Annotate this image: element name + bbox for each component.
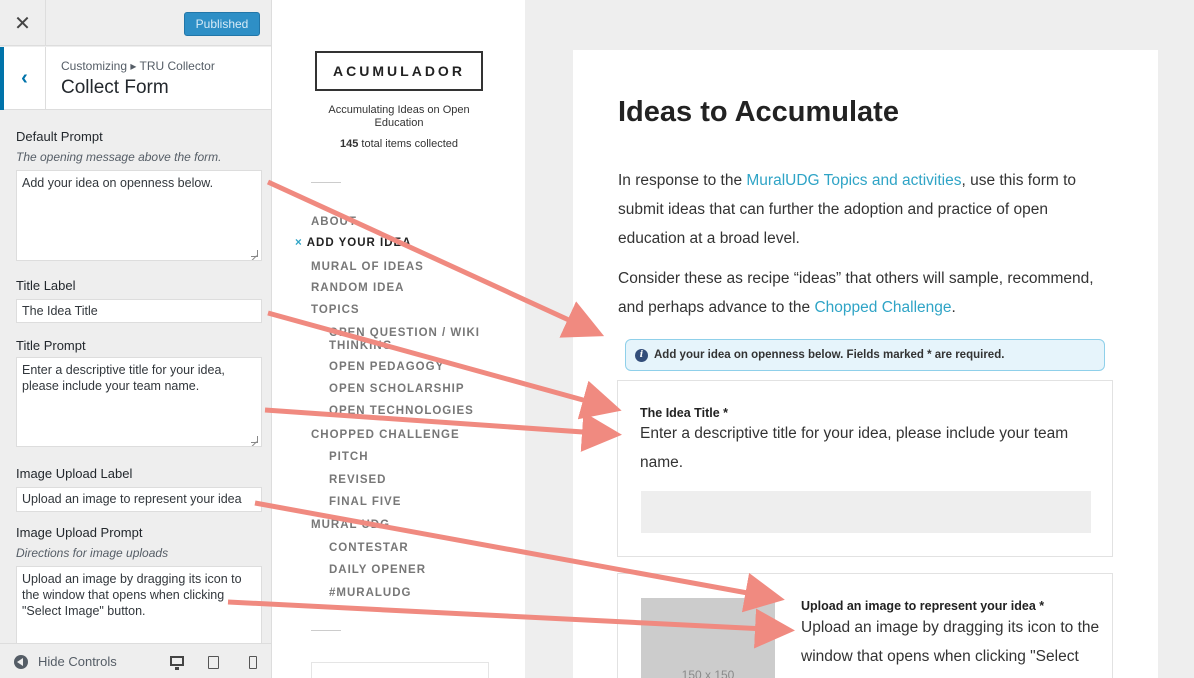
- title-label-input[interactable]: The Idea Title: [16, 299, 262, 323]
- image-field-prompt: Upload an image by dragging its icon to …: [801, 619, 1100, 678]
- hide-controls-button[interactable]: Hide Controls: [14, 654, 117, 669]
- items-count: 145 total items collected: [303, 138, 495, 150]
- menu-item-contestar[interactable]: CONTESTAR: [329, 542, 409, 555]
- title-field-prompt: Enter a descriptive title for your idea,…: [640, 425, 1069, 471]
- image-upload-prompt-label: Image Upload Prompt: [16, 525, 143, 540]
- close-icon[interactable]: ✕: [0, 0, 46, 46]
- title-label-label: Title Label: [16, 278, 76, 293]
- menu-item-open-question[interactable]: OPEN QUESTION / WIKI THINKING: [329, 327, 499, 353]
- default-prompt-textarea[interactable]: Add your idea on openness below.: [16, 170, 262, 261]
- customizer-footer: Hide Controls: [0, 643, 271, 678]
- site-description: Accumulating Ideas on Open Education: [328, 104, 470, 129]
- menu-item-daily-opener[interactable]: DAILY OPENER: [329, 564, 426, 577]
- consider-paragraph: Consider these as recipe “ideas” that ot…: [618, 264, 1118, 322]
- image-upload-prompt-description: Directions for image uploads: [16, 546, 169, 560]
- items-count-text: total items collected: [358, 138, 458, 150]
- idea-title-input[interactable]: [641, 491, 1091, 533]
- breadcrumb: Customizing ▸ TRU Collector: [61, 59, 215, 73]
- form-notice: i Add your idea on openness below. Field…: [625, 339, 1105, 371]
- customizer-panel: ✕ Published ‹ Customizing ▸ TRU Collecto…: [0, 0, 272, 678]
- menu-item-open-scholarship[interactable]: OPEN SCHOLARSHIP: [329, 383, 465, 396]
- menu-item-topics[interactable]: TOPICS: [311, 304, 360, 317]
- menu-item-open-pedagogy[interactable]: OPEN PEDAGOGY: [329, 361, 444, 374]
- menu-item-pitch[interactable]: PITCH: [329, 451, 369, 464]
- notice-text: Add your idea on openness below. Fields …: [654, 349, 1005, 361]
- chopped-challenge-link[interactable]: Chopped Challenge: [814, 299, 951, 316]
- resize-grip-icon[interactable]: [251, 250, 258, 257]
- consider-text-after: .: [951, 299, 956, 316]
- menu-item-add-your-idea[interactable]: × ADD YOUR IDEA: [295, 237, 412, 250]
- section-title: Collect Form: [61, 77, 169, 98]
- title-field-label: The Idea Title *: [640, 406, 728, 420]
- site-logo[interactable]: ACUMULADOR: [315, 51, 483, 91]
- muraludg-topics-link[interactable]: MuralUDG Topics and activities: [746, 172, 961, 189]
- page-title: Ideas to Accumulate: [618, 96, 899, 128]
- intro-paragraph: In response to the MuralUDG Topics and a…: [618, 166, 1118, 253]
- published-button[interactable]: Published: [184, 12, 260, 36]
- mobile-preview-icon[interactable]: [249, 656, 257, 669]
- collapse-icon: [14, 654, 28, 669]
- back-chevron-icon[interactable]: ‹: [0, 47, 46, 110]
- divider: [311, 182, 341, 183]
- image-upload-prompt-value: Upload an image by dragging its icon to …: [22, 572, 242, 618]
- info-icon: i: [635, 348, 648, 362]
- site-sidebar: ACUMULADOR Accumulating Ideas on Open Ed…: [273, 0, 525, 678]
- title-prompt-value: Enter a descriptive title for your idea,…: [22, 363, 225, 393]
- default-prompt-value: Add your idea on openness below.: [22, 176, 214, 190]
- menu-item-about[interactable]: ABOUT: [311, 216, 357, 229]
- divider: [311, 630, 341, 631]
- section-header: ‹ Customizing ▸ TRU Collector Collect Fo…: [0, 47, 271, 110]
- default-prompt-description: The opening message above the form.: [16, 150, 222, 164]
- image-upload-label-input[interactable]: Upload an image to represent your idea: [16, 487, 262, 512]
- items-count-number: 145: [339, 138, 359, 150]
- menu-item-final-five[interactable]: FINAL FIVE: [329, 496, 401, 509]
- desktop-preview-icon[interactable]: [170, 656, 184, 670]
- image-upload-prompt-textarea[interactable]: Upload an image by dragging its icon to …: [16, 566, 262, 648]
- menu-item-mural-udg[interactable]: MURAL UDG: [311, 519, 390, 532]
- image-placeholder-size: 150 x 150: [681, 668, 735, 678]
- tablet-preview-icon[interactable]: [208, 656, 219, 669]
- image-upload-label-label: Image Upload Label: [16, 466, 133, 481]
- image-placeholder[interactable]: 150 x 150: [641, 598, 775, 678]
- active-marker-icon: ×: [295, 237, 303, 249]
- menu-item-chopped-challenge[interactable]: CHOPPED CHALLENGE: [311, 429, 460, 442]
- title-prompt-label: Title Prompt: [16, 338, 86, 353]
- resize-grip-icon[interactable]: [251, 436, 258, 443]
- menu-item-mural-of-ideas[interactable]: MURAL OF IDEAS: [311, 261, 424, 274]
- intro-text-before: In response to the: [618, 172, 747, 189]
- menu-item-random-idea[interactable]: RANDOM IDEA: [311, 282, 404, 295]
- customizer-header: ✕ Published: [0, 0, 271, 46]
- sidebar-widget-box: [311, 662, 489, 678]
- title-prompt-textarea[interactable]: Enter a descriptive title for your idea,…: [16, 357, 262, 447]
- image-field-label: Upload an image to represent your idea *: [801, 599, 1045, 613]
- menu-item-open-technologies[interactable]: OPEN TECHNOLOGIES: [329, 405, 474, 418]
- menu-item-label: ADD YOUR IDEA: [306, 237, 412, 249]
- default-prompt-label: Default Prompt: [16, 129, 103, 144]
- menu-item-muraludg-hashtag[interactable]: #MURALUDG: [329, 587, 411, 600]
- menu-item-revised[interactable]: REVISED: [329, 474, 387, 487]
- hide-controls-label: Hide Controls: [38, 654, 117, 669]
